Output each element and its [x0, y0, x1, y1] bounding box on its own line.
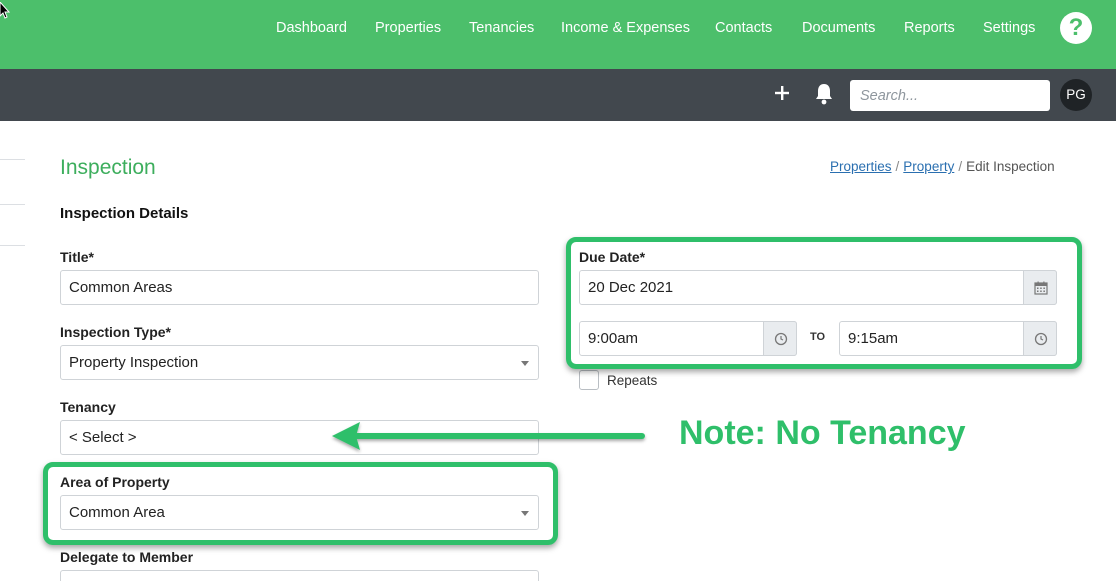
inspection-type-select[interactable]: Property Inspection — [60, 345, 539, 380]
nav-tenancies[interactable]: Tenancies — [469, 20, 534, 36]
top-nav-bar: Dashboard Properties Tenancies Income & … — [0, 0, 1116, 69]
side-panel-divider — [0, 159, 25, 160]
side-panel-divider — [0, 204, 25, 205]
nav-contacts[interactable]: Contacts — [715, 20, 772, 36]
title-label: Title* — [60, 249, 94, 265]
side-panel-divider — [0, 245, 25, 246]
avatar[interactable]: PG — [1060, 79, 1092, 111]
side-panel — [0, 121, 25, 581]
tenancy-label: Tenancy — [60, 399, 116, 415]
breadcrumb-properties-link[interactable]: Properties — [830, 159, 892, 174]
nav-settings[interactable]: Settings — [983, 20, 1035, 36]
section-title: Inspection Details — [60, 205, 189, 222]
due-date-highlight-box — [566, 237, 1082, 369]
breadcrumb-current: Edit Inspection — [966, 159, 1055, 174]
breadcrumb-separator: / — [895, 159, 900, 174]
nav-income-expenses[interactable]: Income & Expenses — [561, 20, 690, 36]
search-input[interactable] — [850, 80, 1050, 111]
nav-reports[interactable]: Reports — [904, 20, 955, 36]
title-input[interactable]: Common Areas — [60, 270, 539, 305]
breadcrumb-separator: / — [958, 159, 963, 174]
nav-documents[interactable]: Documents — [802, 20, 875, 36]
inspection-type-label: Inspection Type* — [60, 324, 171, 340]
inspection-type-value: Property Inspection — [69, 354, 199, 371]
breadcrumb-property-link[interactable]: Property — [903, 159, 954, 174]
repeats-checkbox[interactable] — [579, 370, 599, 390]
nav-dashboard[interactable]: Dashboard — [276, 20, 347, 36]
chevron-down-icon — [521, 361, 529, 366]
bell-icon[interactable] — [814, 83, 834, 105]
repeats-label: Repeats — [607, 373, 658, 388]
toolbar: PG — [0, 69, 1116, 121]
annotation-note: Note: No Tenancy — [679, 414, 966, 452]
delegate-label: Delegate to Member — [60, 549, 194, 565]
mouse-cursor-icon — [0, 2, 10, 19]
area-of-property-highlight-box — [43, 462, 558, 545]
help-button[interactable]: ? — [1060, 12, 1092, 44]
page-title: Inspection — [60, 156, 156, 179]
arrow-left-icon — [332, 422, 645, 450]
breadcrumb: Properties / Property / Edit Inspection — [830, 159, 1055, 174]
delegate-select[interactable] — [60, 570, 539, 581]
plus-icon[interactable] — [773, 84, 791, 102]
nav-properties[interactable]: Properties — [375, 20, 441, 36]
